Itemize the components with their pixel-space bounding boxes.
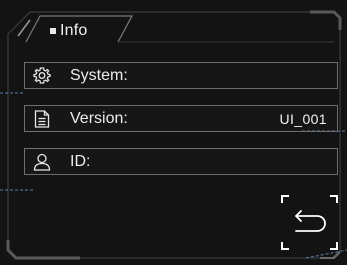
version-value: UI_001	[279, 110, 327, 127]
tab-info[interactable]: Info	[50, 21, 88, 41]
version-label: Version:	[70, 109, 128, 127]
gear-icon	[33, 67, 51, 84]
document-icon	[34, 110, 50, 128]
tab-bullet-icon	[50, 28, 56, 34]
id-label: ID:	[70, 152, 91, 170]
info-row-version: Version: UI_001	[24, 105, 338, 132]
return-arrow-icon	[295, 210, 326, 232]
back-button[interactable]	[281, 195, 338, 250]
user-icon	[33, 153, 51, 171]
tab-info-label: Info	[60, 22, 88, 39]
info-row-id: ID:	[24, 148, 338, 175]
system-label: System:	[70, 66, 128, 84]
info-row-system: System:	[24, 62, 338, 89]
